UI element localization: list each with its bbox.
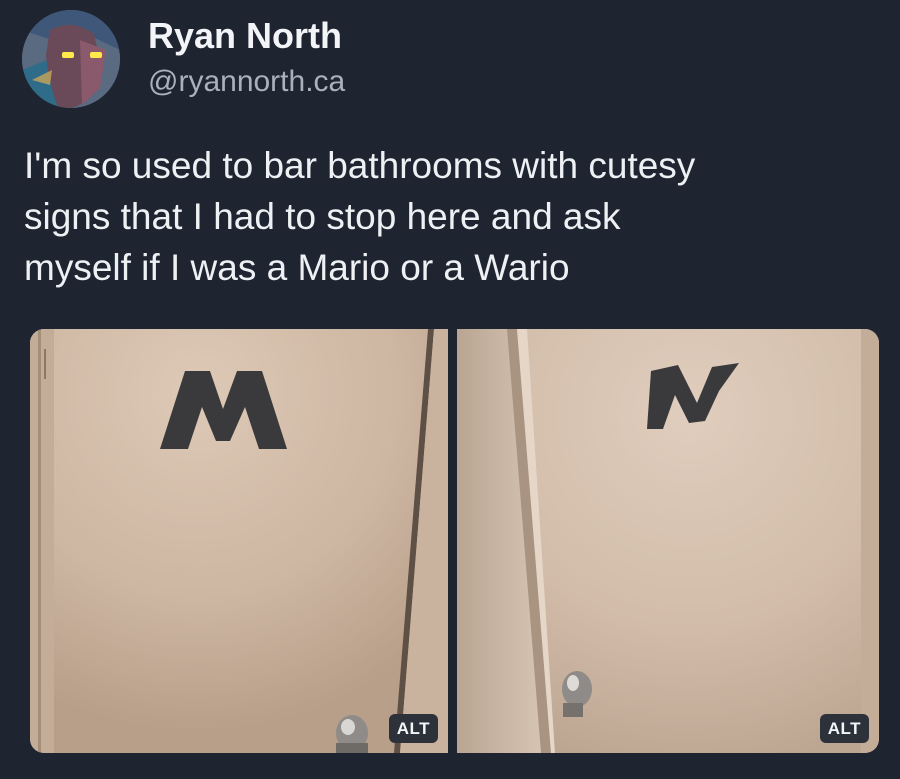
mario-door-photo [30,329,448,753]
post-image-mario-door[interactable]: ALT [30,329,448,753]
post-image-wario-door[interactable]: ALT [457,329,879,753]
post-text: I'm so used to bar bathrooms with cutesy… [24,140,884,293]
author-handle[interactable]: @ryannorth.ca [148,62,345,102]
post-text-line: myself if I was a Mario or a Wario [24,247,570,288]
alt-text-button[interactable]: ALT [819,714,869,743]
wario-door-photo [457,329,879,753]
post-text-line: I'm so used to bar bathrooms with cutesy [24,145,696,186]
post-text-line: signs that I had to stop here and ask [24,196,621,237]
avatar-image [22,10,120,108]
alt-text-button[interactable]: ALT [388,714,438,743]
post: Ryan North @ryannorth.ca I'm so used to … [0,0,900,779]
author-avatar[interactable] [22,10,120,108]
author-display-name[interactable]: Ryan North [148,14,342,58]
